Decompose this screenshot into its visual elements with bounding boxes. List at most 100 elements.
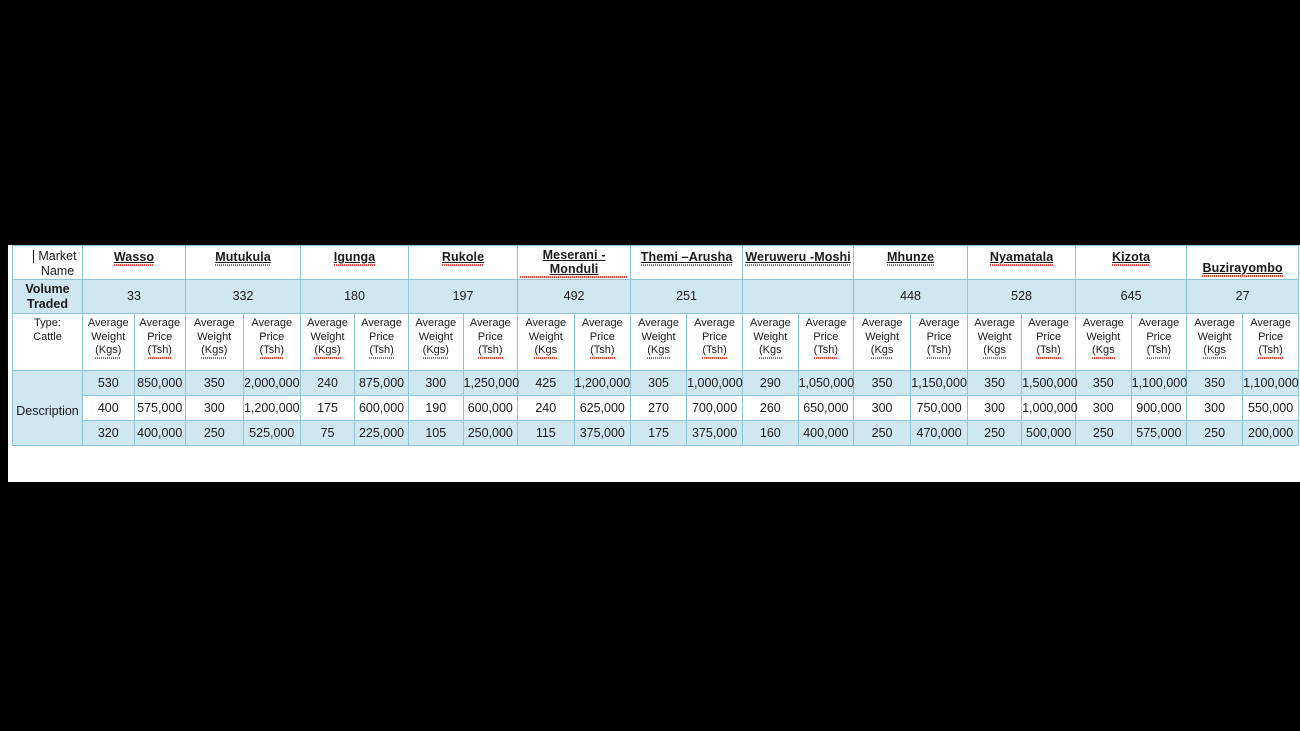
table-row: 320 400,000 250 525,000 75 225,000 105 250,000 1… [13, 420, 1300, 446]
cell-average-price: 2,000,000 [242, 370, 302, 396]
cell-average-price: 400,000 [133, 420, 187, 446]
volume-traded-value: 645 [1075, 279, 1188, 314]
cell-average-weight: 300 [1075, 395, 1132, 421]
market-name-label: Themi –Arusha [640, 250, 733, 266]
subheader-average-weight-label: Average Weight [307, 317, 348, 343]
cell-average-weight: 115 [517, 420, 575, 446]
subheader-average-weight: Average Weight (Kgs) [408, 313, 464, 371]
market-name-label: Mhunze [887, 250, 935, 266]
subheader-average-weight: Average Weight (Kgs [517, 313, 575, 371]
market-name-label: Wasso [113, 250, 155, 266]
volume-traded-row: Volume Traded 33 332 180 197 492 251 448 528 645 2… [12, 279, 1300, 314]
cell-average-weight: 300 [967, 395, 1023, 421]
cell-average-weight: 350 [185, 370, 244, 396]
subheader-average-price: Average Price (Tsh) [573, 313, 632, 371]
market-name-header: Igunga [300, 245, 410, 280]
cell-average-weight: 305 [630, 370, 688, 396]
cell-average-weight: 350 [1075, 370, 1132, 396]
market-name-label: Mutukula [215, 250, 271, 266]
subheader-average-price: Average Price (Tsh) [462, 313, 519, 371]
cell-average-price: 575,000 [133, 395, 187, 421]
cell-average-weight: 260 [742, 395, 799, 421]
cell-average-price: 550,000 [1242, 395, 1300, 421]
market-name-header: Rukole [408, 245, 519, 280]
subheader-average-weight-label: Average Weight [1082, 317, 1124, 343]
cell-average-price: 1,150,000 [910, 370, 969, 396]
cell-average-weight: 190 [408, 395, 464, 421]
market-name-header: Mhunze [853, 245, 969, 280]
row-label-description: Description [12, 370, 83, 446]
market-name-row: Market Name Wasso Mutukula Igunga Rukole Mese… [12, 245, 1300, 280]
cell-average-weight: 160 [742, 420, 799, 446]
market-name-label: Meserani - Monduli [520, 248, 629, 278]
cell-average-weight: 250 [185, 420, 244, 446]
subheader-price-unit: (Tsh) [369, 344, 394, 359]
cell-average-price: 750,000 [910, 395, 969, 421]
cell-average-price: 700,000 [686, 395, 744, 421]
market-name-label: Igunga [333, 250, 376, 266]
cell-average-price: 1,000,000 [1021, 395, 1078, 421]
subheader-average-price: Average Price (Tsh) [1021, 313, 1077, 371]
cell-average-weight: 350 [967, 370, 1023, 396]
cell-average-price: 500,000 [1021, 420, 1077, 446]
cell-average-weight: 300 [1186, 395, 1244, 421]
subheader-average-weight: Average Weight (Kgs [853, 313, 912, 371]
measure-subheader-row: Type: Cattle Average Weight (Kgs) Average P… [12, 313, 1300, 371]
subheader-average-price: Average Price (Tsh) [133, 313, 187, 371]
subheader-average-weight: Average Weight (Kgs [967, 313, 1023, 371]
cell-average-weight: 250 [967, 420, 1023, 446]
cell-average-price: 225,000 [354, 420, 410, 446]
subheader-price-unit: (Tsh) [926, 344, 952, 359]
cell-average-price: 375,000 [686, 420, 744, 446]
subheader-average-price-label: Average Price [1138, 317, 1180, 343]
row-label-type-cattle-text: Type: Cattle [33, 317, 62, 343]
cell-average-weight: 425 [517, 370, 575, 396]
cell-average-price: 1,250,000 [462, 370, 519, 396]
market-name-header: Kizota [1075, 245, 1188, 280]
volume-traded-value: 528 [967, 279, 1077, 314]
volume-traded-value [742, 279, 855, 314]
subheader-average-price-label: Average Price [918, 317, 960, 343]
market-name-label: Buzirayombo [1202, 261, 1283, 277]
volume-traded-value: 197 [408, 279, 519, 314]
row-label-market-name: Market Name [12, 245, 83, 280]
subheader-average-weight-label: Average Weight [415, 317, 457, 343]
cell-average-weight: 175 [300, 395, 356, 421]
volume-traded-value: 27 [1186, 279, 1300, 314]
table-row: 400 575,000 300 1,200,000 175 600,000 190 600,0… [13, 395, 1300, 421]
market-name-label: Nyamatala [989, 250, 1054, 266]
subheader-price-unit: (Tsh) [702, 344, 727, 359]
cell-average-price: 200,000 [1242, 420, 1300, 446]
cell-average-price: 1,200,000 [242, 395, 302, 421]
row-label-volume-traded-text: Volume Traded [25, 281, 70, 311]
cell-average-price: 525,000 [242, 420, 302, 446]
market-name-header: Buzirayombo [1186, 245, 1300, 280]
cell-average-weight: 240 [300, 370, 356, 396]
cell-average-price: 400,000 [797, 420, 855, 446]
volume-traded-value: 180 [300, 279, 410, 314]
cell-average-weight: 240 [517, 395, 575, 421]
market-name-label: Weruweru -Moshi [745, 250, 851, 266]
subheader-average-price: Average Price (Tsh) [1242, 313, 1300, 371]
subheader-weight-unit: (Kgs) [201, 344, 228, 359]
cell-average-weight: 300 [853, 395, 912, 421]
volume-traded-value: 251 [630, 279, 744, 314]
cell-average-weight: 530 [82, 370, 135, 396]
subheader-weight-unit: (Kgs [983, 344, 1006, 359]
market-name-header: Mutukula [185, 245, 302, 280]
cell-average-weight: 250 [1186, 420, 1244, 446]
subheader-price-unit: (Tsh) [1146, 344, 1172, 359]
subheader-weight-unit: (Kgs [1092, 344, 1115, 359]
volume-traded-value: 492 [517, 279, 632, 314]
cell-average-price: 470,000 [910, 420, 969, 446]
subheader-average-price: Average Price (Tsh) [910, 313, 969, 371]
cell-average-weight: 250 [853, 420, 912, 446]
subheader-average-weight: Average Weight (Kgs [1075, 313, 1132, 371]
cell-average-price: 625,000 [573, 395, 632, 421]
subheader-average-weight: Average Weight (Kgs) [82, 313, 135, 371]
cell-average-weight: 300 [185, 395, 244, 421]
subheader-weight-unit: (Kgs) [95, 344, 122, 359]
cell-average-weight: 290 [742, 370, 799, 396]
subheader-weight-unit: (Kgs [870, 344, 894, 359]
subheader-average-weight-label: Average Weight [193, 317, 235, 343]
